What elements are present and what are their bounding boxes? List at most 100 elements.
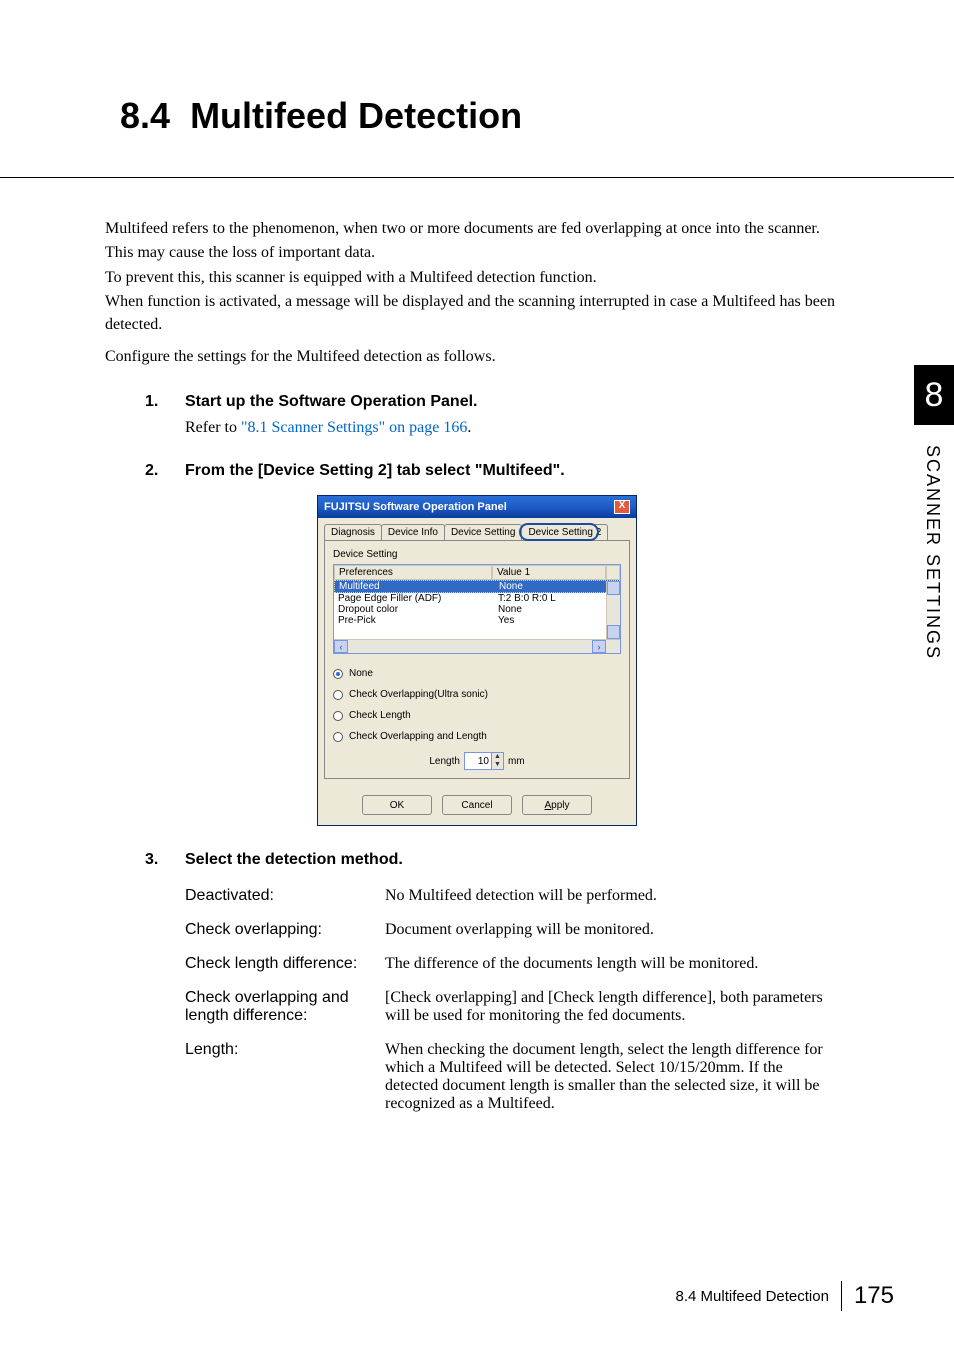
page-footer: 8.4 Multifeed Detection 175 <box>676 1281 894 1311</box>
preferences-listbox[interactable]: Preferences Value 1 Multifeed None Page … <box>333 564 621 654</box>
software-operation-panel-dialog: FUJITSU Software Operation Panel X Diagn… <box>317 495 637 826</box>
radio-overlap[interactable]: Check Overlapping(Ultra sonic) <box>333 689 621 700</box>
cancel-button[interactable]: Cancel <box>442 795 512 815</box>
radio-none[interactable]: None <box>333 668 621 679</box>
dialog-title: FUJITSU Software Operation Panel <box>324 501 507 513</box>
pref-row-prepick[interactable]: Pre-Pick Yes <box>334 615 620 626</box>
scanner-settings-link[interactable]: "8.1 Scanner Settings" on page 166 <box>241 419 467 436</box>
step-1-body: Refer to "8.1 Scanner Settings" on page … <box>185 419 849 437</box>
radio-length[interactable]: Check Length <box>333 710 621 721</box>
detection-method-table: Deactivated: No Multifeed detection will… <box>185 879 849 1121</box>
chapter-label: SCANNER SETTINGS <box>922 445 943 660</box>
step-1-refer-prefix: Refer to <box>185 419 241 436</box>
tab-device-info[interactable]: Device Info <box>381 524 445 540</box>
section-heading: 8.4 Multifeed Detection <box>0 0 954 137</box>
step-1-refer-suffix: . <box>467 419 471 436</box>
pref-name: Dropout color <box>334 604 494 615</box>
radio-both[interactable]: Check Overlapping and Length <box>333 731 621 742</box>
col-value: Value 1 <box>492 565 606 580</box>
chapter-side-tab: 8 SCANNER SETTINGS <box>914 365 954 660</box>
pref-value: None <box>495 581 619 592</box>
apply-label-rest: pply <box>551 800 569 811</box>
spin-up-icon[interactable]: ▲ <box>491 753 503 761</box>
step-3: 3. Select the detection method. Deactiva… <box>145 851 849 1121</box>
length-input[interactable] <box>465 753 491 769</box>
scroll-down-icon[interactable] <box>607 625 620 639</box>
scroll-up-icon[interactable] <box>607 581 620 595</box>
method-label: Check overlapping: <box>185 913 385 947</box>
footer-section: 8.4 Multifeed Detection <box>676 1288 829 1305</box>
step-1-number: 1. <box>145 393 185 411</box>
method-deactivated: Deactivated: No Multifeed detection will… <box>185 879 849 913</box>
radio-none-label: None <box>349 668 373 679</box>
radio-icon <box>333 690 343 700</box>
pref-name: Multifeed <box>335 581 495 592</box>
pref-name: Page Edge Filler (ADF) <box>334 593 494 604</box>
intro-p5: Configure the settings for the Multifeed… <box>105 346 849 368</box>
radio-length-label: Check Length <box>349 710 411 721</box>
step-2: 2. From the [Device Setting 2] tab selec… <box>145 462 849 480</box>
horizontal-scrollbar[interactable]: ‹ › <box>334 639 620 653</box>
method-length: Length: When checking the document lengt… <box>185 1033 849 1121</box>
col-preferences: Preferences <box>334 565 492 580</box>
scroll-right-icon[interactable]: › <box>592 640 606 653</box>
pref-row-dropout[interactable]: Dropout color None <box>334 604 620 615</box>
vertical-scrollbar[interactable] <box>606 581 620 639</box>
section-title-text: Multifeed Detection <box>190 95 522 136</box>
step-3-title: Select the detection method. <box>185 851 403 869</box>
apply-button[interactable]: Apply <box>522 795 592 815</box>
method-overlap: Check overlapping: Document overlapping … <box>185 913 849 947</box>
method-text: [Check overlapping] and [Check length di… <box>385 981 849 1033</box>
chapter-number-box: 8 <box>914 365 954 425</box>
spin-down-icon[interactable]: ▼ <box>491 761 503 769</box>
dialog-titlebar: FUJITSU Software Operation Panel X <box>318 496 636 518</box>
close-icon[interactable]: X <box>614 500 630 514</box>
step-1: 1. Start up the Software Operation Panel… <box>145 393 849 437</box>
col-scroll-spacer <box>606 565 620 580</box>
intro-p1: Multifeed refers to the phenomenon, when… <box>105 218 849 240</box>
step-3-number: 3. <box>145 851 185 869</box>
pref-name: Pre-Pick <box>334 615 494 626</box>
scroll-left-icon[interactable]: ‹ <box>334 640 348 653</box>
radio-icon <box>333 732 343 742</box>
ok-button[interactable]: OK <box>362 795 432 815</box>
method-text: The difference of the documents length w… <box>385 947 849 981</box>
length-spinner[interactable]: ▲ ▼ <box>464 752 504 770</box>
tab-diagnosis[interactable]: Diagnosis <box>324 524 382 540</box>
section-rule <box>0 177 954 178</box>
tab-panel: Device Setting Preferences Value 1 Multi… <box>324 540 630 779</box>
tab-device-setting-2[interactable]: Device Setting 2 <box>521 524 608 540</box>
length-label: Length <box>429 756 460 767</box>
multifeed-radio-group: None Check Overlapping(Ultra sonic) Chec… <box>333 668 621 742</box>
preferences-header: Preferences Value 1 <box>334 565 620 580</box>
method-label: Length: <box>185 1033 385 1121</box>
method-text: When checking the document length, selec… <box>385 1033 849 1121</box>
pref-value: T:2 B:0 R:0 L <box>494 593 620 604</box>
length-unit: mm <box>508 756 525 767</box>
intro-block: Multifeed refers to the phenomenon, when… <box>105 218 849 368</box>
length-row: Length ▲ ▼ mm <box>333 752 621 770</box>
pref-value: Yes <box>494 615 620 626</box>
method-text: Document overlapping will be monitored. <box>385 913 849 947</box>
page-number: 175 <box>854 1282 894 1310</box>
method-label: Deactivated: <box>185 879 385 913</box>
step-2-title: From the [Device Setting 2] tab select "… <box>185 462 565 480</box>
method-both: Check overlapping and length difference:… <box>185 981 849 1033</box>
intro-p4: When function is activated, a message wi… <box>105 291 849 336</box>
radio-icon <box>333 669 343 679</box>
footer-separator <box>841 1281 842 1311</box>
device-setting-label: Device Setting <box>333 549 621 560</box>
pref-row-page-edge[interactable]: Page Edge Filler (ADF) T:2 B:0 R:0 L <box>334 593 620 604</box>
method-text: No Multifeed detection will be performed… <box>385 879 849 913</box>
pref-row-multifeed[interactable]: Multifeed None <box>334 580 620 593</box>
section-number: 8.4 <box>120 95 170 136</box>
tab-device-setting[interactable]: Device Setting <box>444 524 522 540</box>
tabs-row: Diagnosis Device Info Device Setting Dev… <box>318 518 636 540</box>
step-1-title: Start up the Software Operation Panel. <box>185 393 478 411</box>
intro-p2: This may cause the loss of important dat… <box>105 242 849 264</box>
step-2-number: 2. <box>145 462 185 480</box>
radio-icon <box>333 711 343 721</box>
method-label: Check overlapping and length difference: <box>185 981 385 1033</box>
intro-p3: To prevent this, this scanner is equippe… <box>105 267 849 289</box>
pref-value: None <box>494 604 620 615</box>
